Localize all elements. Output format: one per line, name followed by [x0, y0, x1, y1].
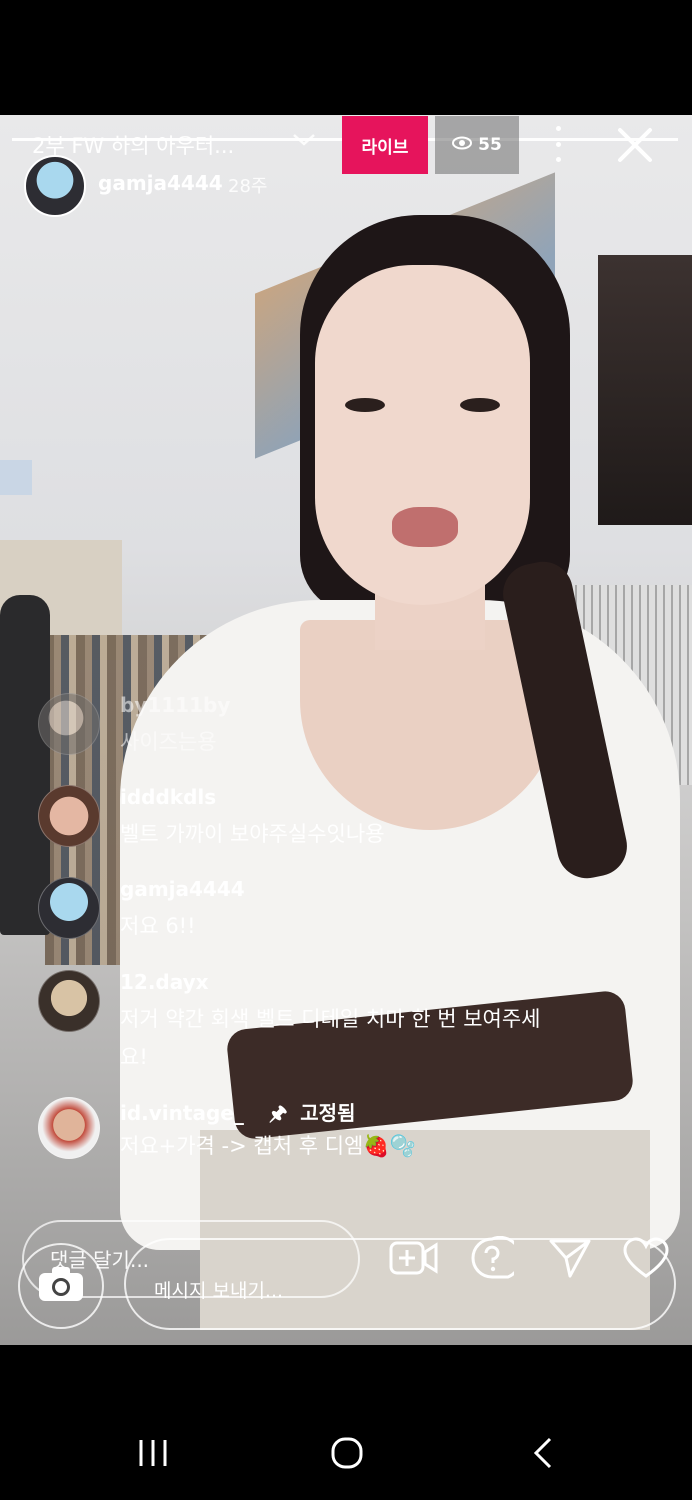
host-username[interactable]: gamja4444 [98, 171, 223, 195]
comment-username[interactable]: gamja4444 [120, 877, 245, 901]
like-button[interactable] [622, 1236, 670, 1284]
avatar[interactable] [38, 693, 100, 755]
avatar[interactable] [38, 785, 100, 847]
recents-button[interactable] [128, 1430, 178, 1480]
comment-username[interactable]: by1111by [120, 693, 230, 717]
question-button[interactable] [468, 1235, 523, 1284]
avatar[interactable] [38, 970, 100, 1032]
close-icon[interactable] [614, 124, 656, 166]
streamer-eye-right [460, 398, 500, 412]
comment-username[interactable]: 12.dayx [120, 970, 209, 994]
send-button[interactable] [546, 1236, 594, 1284]
pinned-label: 고정됨 [300, 1101, 356, 1125]
live-badge: 라이브 [342, 116, 428, 174]
add-video-icon [389, 1239, 439, 1281]
add-video-button[interactable] [389, 1236, 439, 1284]
camera-button[interactable] [18, 1243, 104, 1329]
wall-poster [598, 255, 692, 525]
streamer-lips [392, 507, 458, 547]
streamer-face [315, 265, 530, 605]
camera-icon [37, 1265, 85, 1307]
more-icon[interactable] [548, 126, 568, 162]
comment-username[interactable]: idddkdls [120, 785, 216, 809]
mannequin [0, 595, 50, 935]
comment-text: 사이즈는용 [120, 730, 217, 754]
avatar[interactable] [38, 877, 100, 939]
eye-icon [452, 135, 473, 155]
chevron-down-icon[interactable] [292, 132, 316, 152]
host-avatar[interactable] [24, 155, 86, 217]
streamer-eye-left [345, 398, 385, 412]
back-button[interactable] [518, 1430, 568, 1480]
heart-icon [623, 1237, 669, 1283]
comment-text: 저요+가격 -> 캡처 후 디엠🍓🫧 [120, 1134, 416, 1158]
home-icon [330, 1436, 364, 1474]
comment-text: 저거 약간 회색 벨트 디테일 치마 한 번 보여주세요! [120, 1007, 541, 1069]
window [0, 460, 32, 495]
avatar[interactable] [38, 1097, 100, 1159]
home-button[interactable] [322, 1430, 372, 1480]
comment-text: 벨트 가까이 보야주실수잇나용 [120, 822, 385, 846]
comment-text: 저요 6!! [120, 914, 196, 938]
recents-icon [136, 1438, 170, 1472]
viewer-count-badge[interactable]: 55 [435, 116, 519, 174]
back-icon [531, 1436, 555, 1474]
question-icon [470, 1235, 523, 1284]
send-icon [548, 1236, 592, 1284]
viewer-count: 55 [478, 135, 502, 155]
host-meta: 28주 [228, 176, 268, 197]
comment-username-text[interactable]: id.vintage_ [120, 1101, 244, 1125]
pin-icon: 🖈 [268, 1101, 288, 1125]
